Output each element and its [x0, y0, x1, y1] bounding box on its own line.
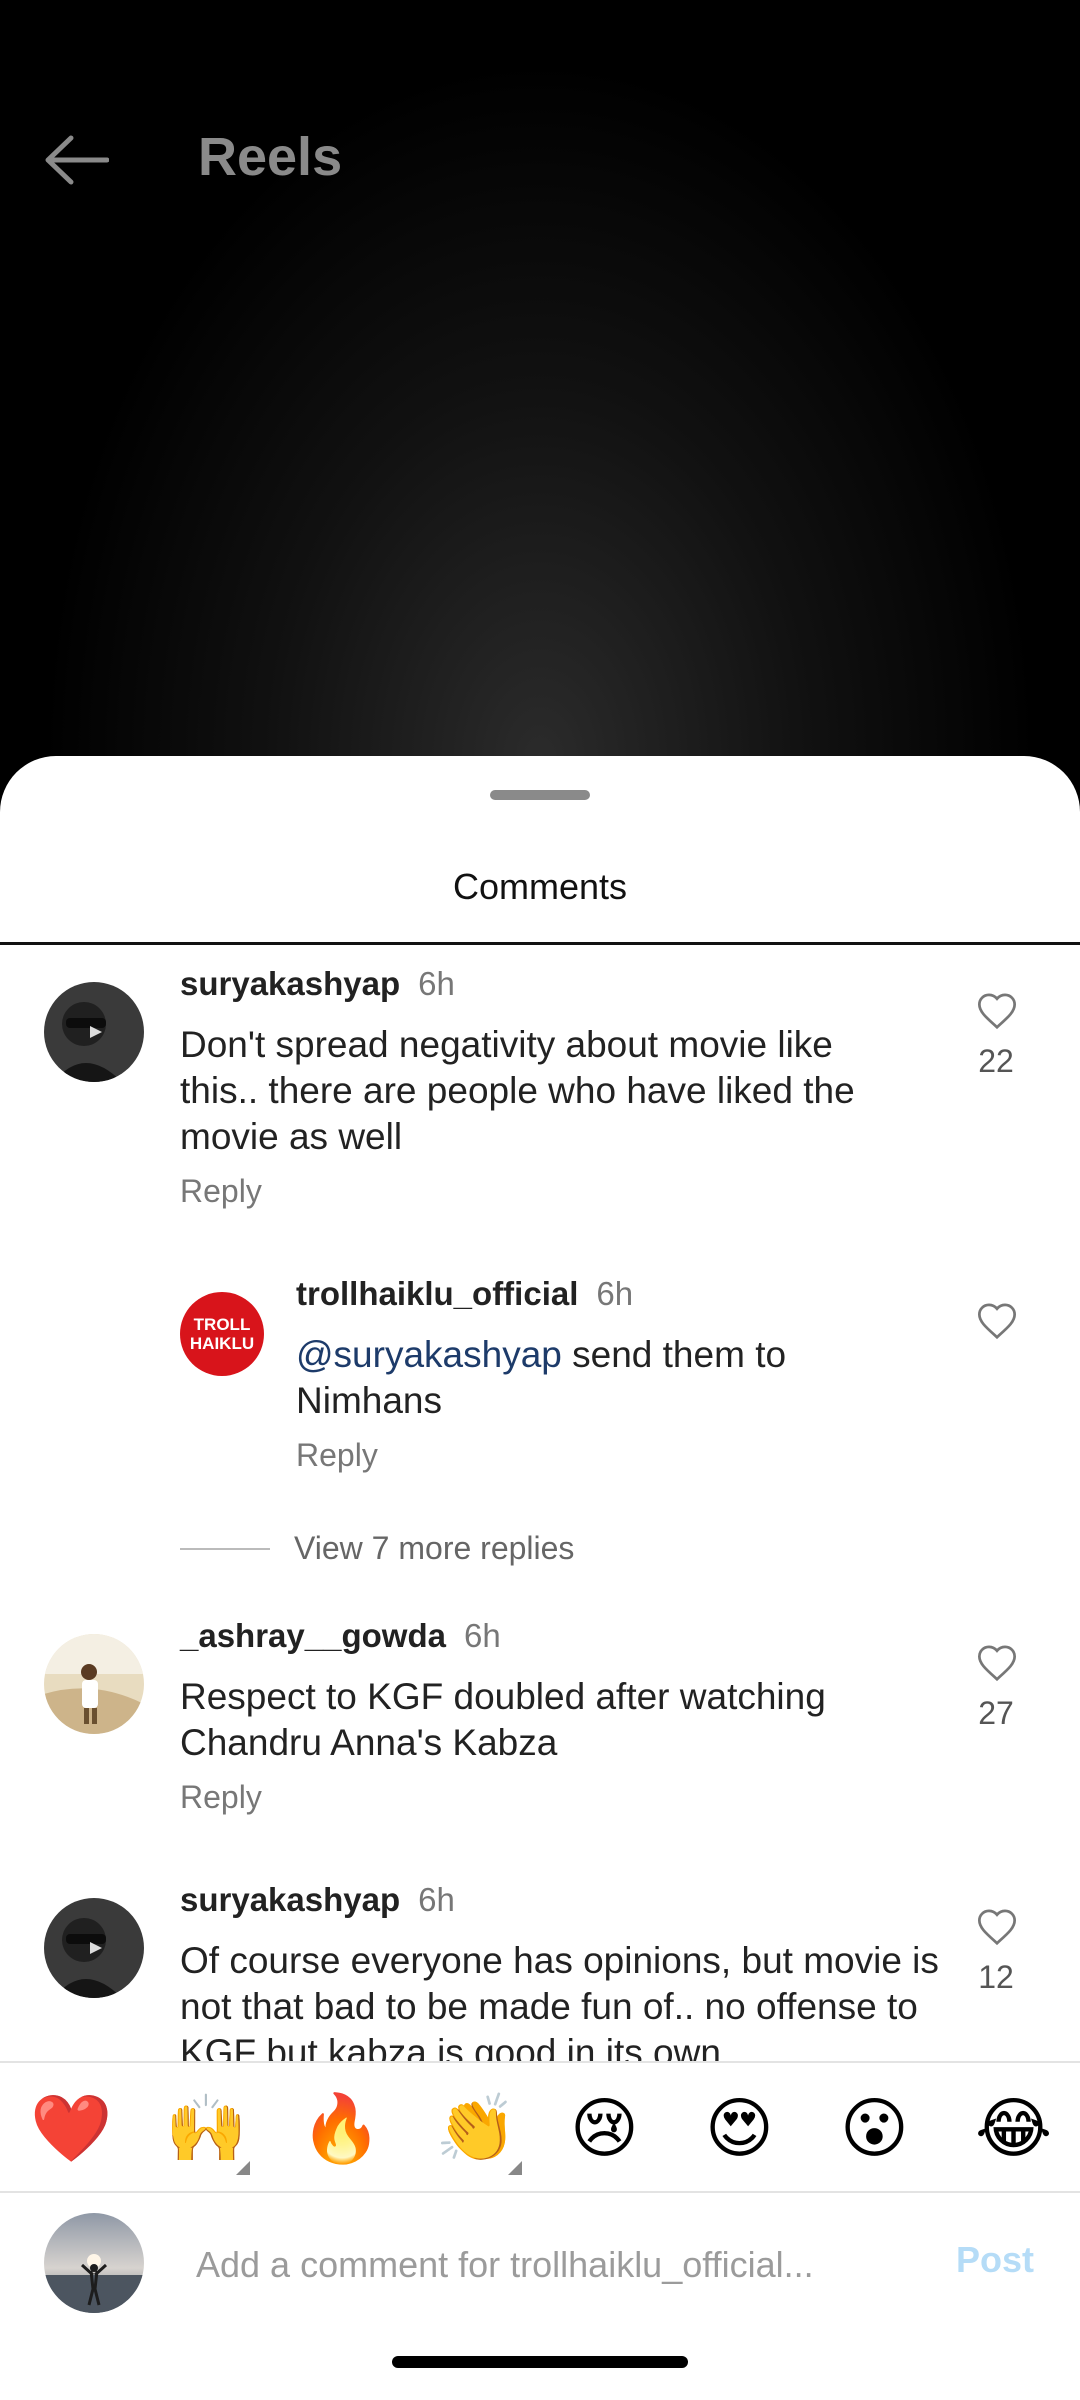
- comment-input[interactable]: [196, 2233, 886, 2297]
- comment-text: Respect to KGF doubled after watching Ch…: [180, 1676, 826, 1763]
- comment-username[interactable]: _ashray__gowda 6h: [180, 1617, 501, 1655]
- reply-button[interactable]: Reply: [180, 1173, 262, 1210]
- user-avatar[interactable]: [44, 2213, 144, 2313]
- home-indicator[interactable]: [392, 2356, 688, 2368]
- skin-tone-indicator: [236, 2161, 250, 2175]
- avatar[interactable]: [44, 1898, 144, 1998]
- skin-tone-indicator: [508, 2161, 522, 2175]
- view-more-replies-button[interactable]: View 7 more replies: [180, 1530, 574, 1567]
- heart-icon: [977, 993, 1017, 1030]
- like-button[interactable]: [970, 990, 1024, 1035]
- emoji-raising-hands-button[interactable]: 🙌: [165, 2093, 247, 2165]
- back-button[interactable]: [36, 120, 116, 200]
- like-count: 12: [978, 1959, 1014, 1995]
- comment-time: 6h: [596, 1275, 634, 1312]
- avatar[interactable]: [44, 1634, 144, 1734]
- heart-icon: [977, 1303, 1017, 1340]
- comment-time: 6h: [418, 965, 455, 1002]
- reel-video-background: [0, 0, 1080, 800]
- avatar-logo-text: TROLL: [193, 1315, 251, 1334]
- emoji-crying-button[interactable]: 😢: [570, 2093, 639, 2165]
- emoji-heart-eyes-button[interactable]: 😍: [705, 2093, 774, 2165]
- drag-handle[interactable]: [490, 790, 590, 800]
- comments-sheet: Comments suryakashyap 6h Don't spread neg…: [0, 756, 1080, 2400]
- comment-text: Of course everyone has opinions, but mov…: [180, 1940, 939, 2061]
- comment-username[interactable]: suryakashyap 6h: [180, 1881, 455, 1919]
- page-title: Reels: [198, 127, 343, 187]
- comments-list[interactable]: suryakashyap 6h Don't spread negativity a…: [0, 945, 1080, 2061]
- comment-text: Don't spread negativity about movie like…: [180, 1024, 855, 1157]
- arrow-left-icon: [45, 135, 109, 185]
- like-button[interactable]: [970, 1906, 1024, 1951]
- post-button[interactable]: Post: [956, 2239, 1034, 2281]
- avatar-logo-text: HAIKLU: [189, 1334, 255, 1353]
- comment-composer: Post: [0, 2193, 1080, 2333]
- comment-time: 6h: [418, 1881, 455, 1918]
- heart-icon: [977, 1645, 1017, 1682]
- divider: [180, 1547, 270, 1550]
- heart-icon: [977, 1909, 1017, 1946]
- emoji-reaction-bar: ❤️ 🙌 🔥 👏 😢 😍 😮 😂: [0, 2061, 1080, 2193]
- emoji-laughing-button[interactable]: 😂: [975, 2093, 1052, 2165]
- comment-username[interactable]: trollhaiklu_official 6h: [296, 1275, 633, 1313]
- sheet-title: Comments: [452, 866, 628, 907]
- like-count: 27: [978, 1695, 1014, 1731]
- avatar[interactable]: TROLL HAIKLU: [180, 1292, 264, 1376]
- comment-text: @suryakashyap send them to Nimhans: [296, 1332, 916, 1424]
- like-button[interactable]: [970, 1642, 1024, 1687]
- reply-button[interactable]: Reply: [296, 1437, 378, 1474]
- avatar[interactable]: [44, 982, 144, 1082]
- reply-button[interactable]: Reply: [180, 1779, 262, 1816]
- mention-link[interactable]: @suryakashyap: [296, 1334, 562, 1375]
- view-more-label: View 7 more replies: [294, 1530, 575, 1566]
- emoji-clapping-button[interactable]: 👏: [435, 2093, 517, 2165]
- comment-username[interactable]: suryakashyap 6h: [180, 965, 455, 1003]
- emoji-heart-button[interactable]: ❤️: [30, 2093, 112, 2165]
- emoji-surprised-button[interactable]: 😮: [840, 2093, 909, 2165]
- emoji-fire-button[interactable]: 🔥: [300, 2093, 382, 2165]
- like-count: 22: [978, 1043, 1014, 1079]
- comment-time: 6h: [463, 1617, 501, 1654]
- like-button[interactable]: [970, 1300, 1024, 1345]
